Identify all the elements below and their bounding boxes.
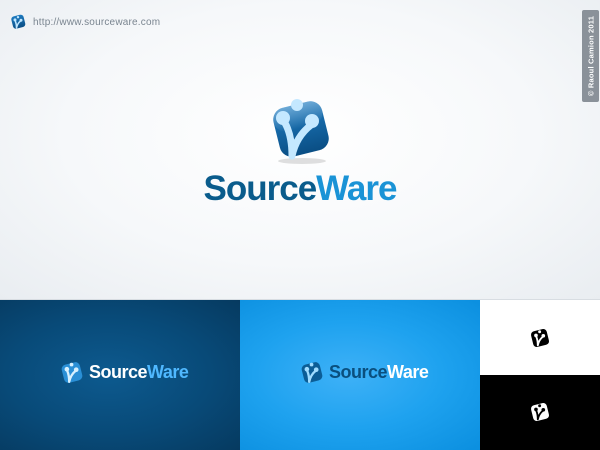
dark-wordmark-ware: Ware (147, 362, 189, 382)
blue-wordmark-ware: Ware (387, 362, 429, 382)
brand-name-part-ware: Ware (316, 169, 397, 208)
water-drop-square-icon (530, 328, 550, 348)
dark-variant-logo: SourceWare (58, 358, 189, 387)
dark-variant-wordmark: SourceWare (89, 362, 189, 383)
brand-wordmark: SourceWare (0, 171, 600, 206)
light-blue-variant-panel: SourceWare (240, 300, 480, 450)
dark-blue-variant-panel: SourceWare (0, 300, 240, 450)
water-drop-square-icon (530, 402, 550, 422)
main-logo: SourceWare (0, 90, 600, 206)
url-bar: http://www.sourceware.com (9, 12, 160, 32)
water-drop-square-icon (301, 362, 323, 383)
brand-name-part-source: Source (203, 169, 318, 208)
blue-wordmark-source: Source (329, 362, 388, 382)
water-drop-square-icon (61, 362, 83, 383)
sourceware-mini-icon (11, 14, 26, 29)
blue-variant-logo: SourceWare (298, 358, 429, 387)
white-variant-panel (480, 300, 600, 375)
logo-presentation-area: http://www.sourceware.com © Raoul Camion… (0, 0, 600, 300)
website-url[interactable]: http://www.sourceware.com (33, 17, 160, 28)
black-variant-panel (480, 375, 600, 450)
copyright-strip: © Raoul Camion 2011 (582, 10, 599, 102)
copyright-text: © Raoul Camion 2011 (586, 15, 595, 97)
dark-wordmark-source: Source (89, 362, 148, 382)
water-drop-square-icon (273, 99, 329, 164)
blue-variant-wordmark: SourceWare (329, 362, 429, 383)
